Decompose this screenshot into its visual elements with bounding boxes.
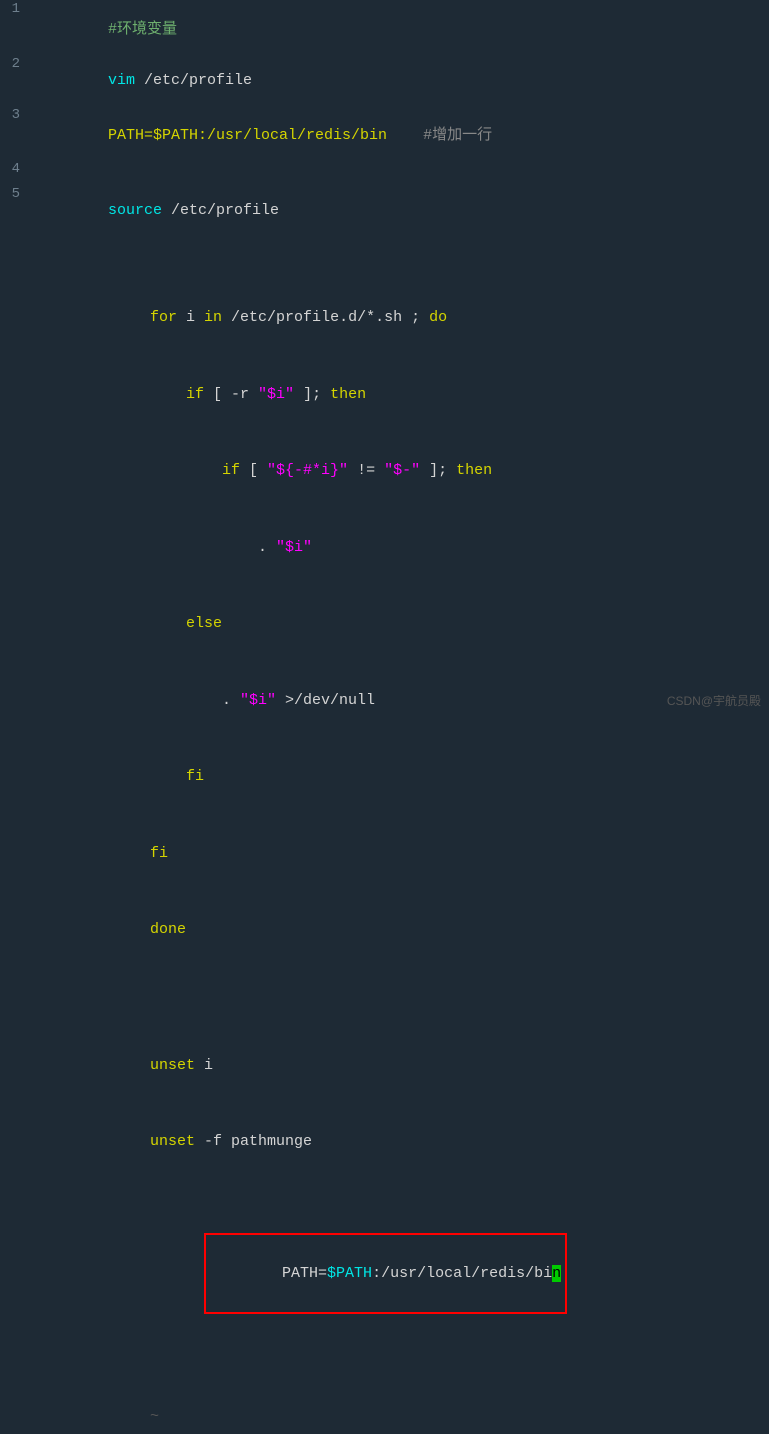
line-content-2: vim /etc/profile [32,55,769,106]
path-highlight-box: PATH=$PATH:/usr/local/redis/bin [204,1233,567,1314]
code-line-3: 3 PATH=$PATH:/usr/local/redis/bin #增加一行 [0,106,769,161]
if2-line: if [ "${-#*i}" != "$-" ]; then [150,458,769,484]
path-prefix: PATH= [282,1265,327,1282]
spacer1 [150,994,769,1002]
file-content-block: for i in /etc/profile.d/*.sh ; do if [ -… [150,254,769,1390]
unset-i-line: unset i [150,1053,769,1079]
line-num-4: 4 [0,161,32,177]
code-line-5: 5 source /etc/profile [0,185,769,236]
path-cursor: n [552,1265,561,1282]
watermark: CSDN@宇航员殿 [667,692,761,709]
path-source: /etc/profile [162,202,279,219]
code-line-2: 2 vim /etc/profile [0,55,769,106]
line-content-5: source /etc/profile [32,185,769,236]
line-num-5: 5 [0,186,32,202]
code-line-1: 1 #环境变量 [0,0,769,55]
else-line: else [150,611,769,637]
comment-add-line: #增加一行 [387,127,492,144]
keyword-vim: vim [108,72,135,89]
path-highlighted-line: PATH=$PATH:/usr/local/redis/bin [150,1206,769,1340]
for-line: for i in /etc/profile.d/*.sh ; do [150,305,769,331]
tilde-section: ~ [0,1404,769,1430]
line-num-2: 2 [0,56,32,72]
terminal-section: [root@localhost redis]# vim /etc/profile… [0,1430,769,1434]
if1-line: if [ -r "$i" ]; then [150,382,769,408]
line-content-1: #环境变量 [32,0,769,55]
tilde-char: ~ [150,1408,159,1425]
var-path-line: PATH=$PATH:/usr/local/redis/bin [108,127,387,144]
line-numbered-section: 1 #环境变量 2 vim /etc/profile 3 PATH=$PATH:… [0,0,769,236]
path-rest: :/usr/local/redis/bi [372,1265,552,1282]
line-num-3: 3 [0,107,32,123]
fi2-line: fi [150,841,769,867]
path-var: $PATH [327,1265,372,1282]
done-line: done [150,917,769,943]
middle-section: for i in /etc/profile.d/*.sh ; do if [ -… [0,236,769,1400]
fi1-line: fi [150,764,769,790]
code-line-4: 4 [0,161,769,185]
comment-span-1: #环境变量 [108,21,177,38]
top-code-block: 1 #环境变量 2 vim /etc/profile 3 PATH=$PATH:… [0,0,769,236]
unset-f-line: unset -f pathmunge [150,1129,769,1155]
line-num-1: 1 [0,1,32,17]
line-content-3: PATH=$PATH:/usr/local/redis/bin #增加一行 [32,106,769,161]
path-vim: /etc/profile [135,72,252,89]
dot1-line: . "$i" [150,535,769,561]
keyword-source: source [108,202,162,219]
